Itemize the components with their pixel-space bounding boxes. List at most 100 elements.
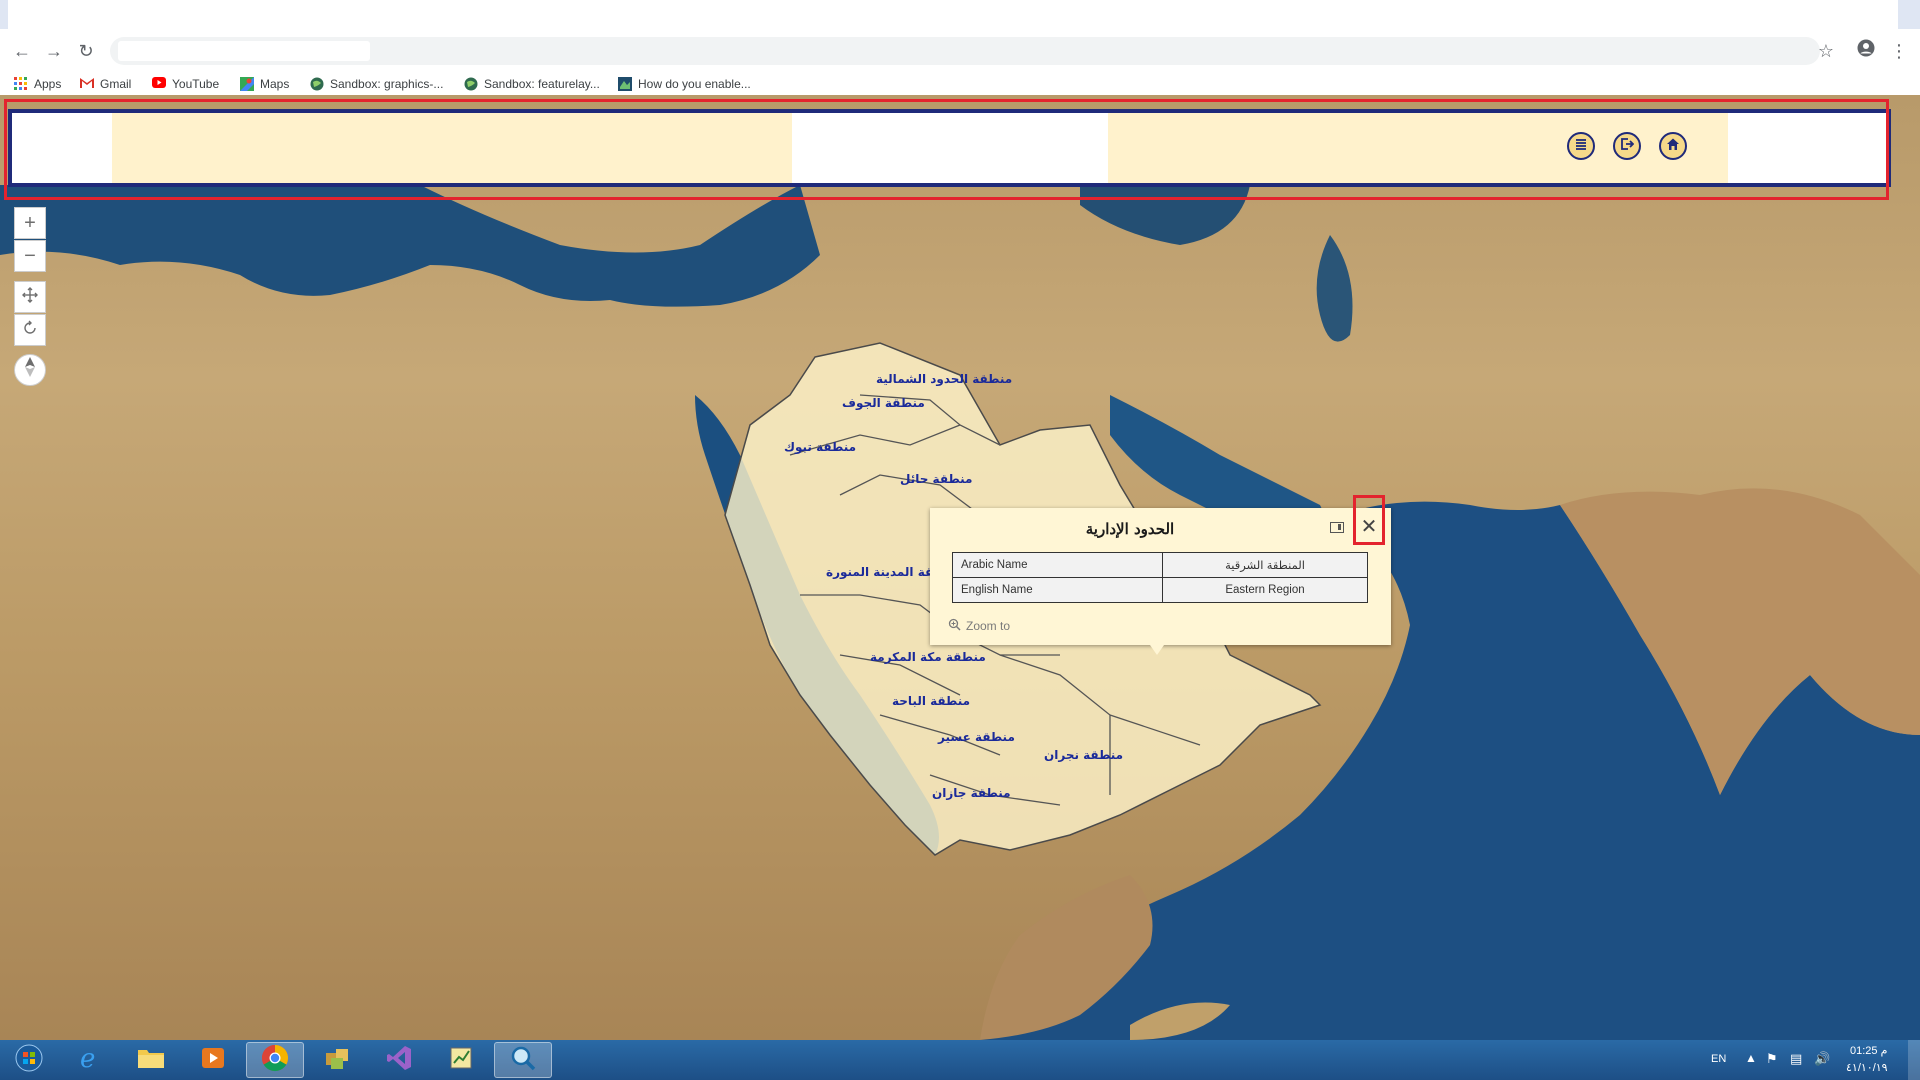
bookmark-apps[interactable]: Apps: [14, 76, 61, 92]
dock-icon[interactable]: [1330, 522, 1344, 533]
browser-tab-strip: [0, 0, 1920, 29]
bookmark-youtube[interactable]: YouTube: [152, 76, 219, 92]
apps-grid-icon: [14, 77, 28, 91]
home-icon: [1666, 137, 1680, 156]
field-value: Eastern Region: [1162, 577, 1368, 603]
pan-mode-button[interactable]: [14, 281, 46, 313]
rotate-mode-button[interactable]: [14, 314, 46, 346]
bookmark-label: Sandbox: graphics-...: [330, 77, 444, 91]
language-indicator[interactable]: EN: [1711, 1053, 1726, 1065]
region-label-al-baha: منطقة الباحة: [892, 694, 971, 708]
windows-taskbar: e EN ▲ ⚑ ▤ 🔊 01:25 م ٤١/١٠/١٩: [0, 1040, 1920, 1080]
field-name: Arabic Name: [952, 552, 1163, 578]
rotate-icon: [22, 319, 38, 342]
taskbar-media-player[interactable]: [184, 1042, 242, 1078]
svg-text:e: e: [80, 1044, 95, 1072]
bookmark-label: YouTube: [172, 77, 220, 91]
tab-strip-edge-right: [1898, 0, 1920, 29]
forward-icon[interactable]: →: [40, 37, 68, 65]
network-icon[interactable]: ▤: [1790, 1051, 1802, 1067]
package-icon: [323, 1045, 351, 1076]
show-hidden-icons-icon[interactable]: ▲: [1745, 1051, 1757, 1065]
bookmark-label: Sandbox: featurelay...: [484, 77, 600, 91]
windows-start-icon: [15, 1044, 43, 1077]
taskbar-visual-studio[interactable]: [370, 1042, 428, 1078]
chrome-icon: [261, 1044, 289, 1077]
profile-avatar-icon[interactable]: [1852, 37, 1880, 65]
bookmark-maps[interactable]: Maps: [240, 76, 289, 92]
sandbox-globe-icon: [464, 77, 478, 91]
app-header: [0, 95, 1920, 205]
sandbox-globe-icon: [310, 77, 324, 91]
region-label-jazan: منطقة جازان: [932, 786, 1011, 800]
magnifier-app-icon: [509, 1044, 537, 1077]
region-label-tabuk: منطقة تبوك: [784, 440, 857, 454]
bookmarks-bar: Apps Gmail YouTube Maps Sandbox: graphic…: [0, 73, 1920, 95]
show-desktop-button[interactable]: [1908, 1040, 1920, 1080]
table-row: English Name Eastern Region: [952, 577, 1368, 603]
bookmark-label: Apps: [34, 77, 62, 91]
zoom-out-button[interactable]: −: [14, 240, 46, 272]
popup-title: الحدود الإدارية: [1085, 520, 1175, 538]
field-name: English Name: [952, 577, 1163, 603]
table-row: Arabic Name المنطقة الشرقية: [952, 552, 1368, 578]
region-label-makkah: منطقة مكة المكرمة: [870, 650, 986, 664]
clock-date[interactable]: ٤١/١٠/١٩: [1846, 1061, 1888, 1074]
taskbar-chart-app[interactable]: [432, 1042, 490, 1078]
compass-icon: [25, 357, 35, 383]
zoom-magnifier-icon: [948, 618, 961, 634]
bookmark-sandbox-featurelayer[interactable]: Sandbox: featurelay...: [464, 76, 600, 92]
logout-icon: [1620, 137, 1635, 156]
region-label-al-jawf: منطقة الجوف: [842, 396, 925, 410]
browser-toolbar: ← → ↻ ☆ ⋮: [0, 29, 1920, 73]
bookmark-sandbox-graphics[interactable]: Sandbox: graphics-...: [310, 76, 443, 92]
bookmark-label: Gmail: [100, 77, 132, 91]
pan-icon: [22, 286, 38, 309]
back-icon[interactable]: ←: [8, 37, 36, 65]
region-label-hail: منطقة حائل: [900, 472, 973, 486]
popup-pointer: [1150, 645, 1164, 655]
zoom-to-action[interactable]: Zoom to: [948, 618, 1010, 634]
close-icon[interactable]: ✕: [1360, 517, 1378, 537]
internet-explorer-icon: e: [75, 1044, 103, 1077]
bookmark-label: How do you enable...: [638, 77, 751, 91]
address-url-masked: [118, 41, 370, 61]
bookmark-gmail[interactable]: Gmail: [80, 76, 131, 92]
feature-popup: الحدود الإدارية ✕ Arabic Name المنطقة ال…: [930, 495, 1391, 655]
media-player-icon: [200, 1045, 226, 1076]
gmail-icon: [80, 77, 94, 91]
address-bar[interactable]: [110, 37, 1820, 65]
region-label-asir: منطقة عسير: [938, 730, 1015, 744]
clock-time[interactable]: 01:25 م: [1850, 1044, 1887, 1057]
zoom-in-button[interactable]: +: [14, 207, 46, 239]
region-label-northern-borders: منطقة الحدود الشمالية: [876, 372, 1013, 386]
bookmark-label: Maps: [260, 77, 290, 91]
bookmark-star-icon[interactable]: ☆: [1812, 37, 1840, 65]
taskbar-app-boxes[interactable]: [308, 1042, 366, 1078]
bookmark-how-do-you-enable[interactable]: How do you enable...: [618, 76, 751, 92]
chart-app-icon: [448, 1045, 474, 1076]
taskbar-file-explorer[interactable]: [122, 1042, 180, 1078]
action-center-flag-icon[interactable]: ⚑: [1766, 1051, 1778, 1067]
compass-button[interactable]: [14, 354, 46, 386]
start-button[interactable]: [0, 1042, 58, 1078]
volume-icon[interactable]: 🔊: [1814, 1051, 1830, 1067]
region-label-najran: منطقة نجران: [1044, 748, 1124, 762]
map-thumb-icon: [618, 77, 632, 91]
taskbar-internet-explorer[interactable]: e: [60, 1042, 118, 1078]
logout-button[interactable]: [1613, 132, 1641, 160]
list-icon: [1574, 137, 1588, 156]
tab-strip-edge-left: [0, 0, 8, 29]
reload-icon[interactable]: ↻: [72, 37, 100, 65]
field-value: المنطقة الشرقية: [1162, 552, 1368, 578]
browser-menu-icon[interactable]: ⋮: [1885, 37, 1913, 65]
taskbar-chrome[interactable]: [246, 1042, 304, 1078]
zoom-to-label: Zoom to: [966, 619, 1011, 633]
maps-icon: [240, 77, 254, 91]
home-button[interactable]: [1659, 132, 1687, 160]
popup-attribute-table: Arabic Name المنطقة الشرقية English Name…: [952, 552, 1368, 603]
youtube-icon: [152, 77, 166, 91]
header-highlight-box: [4, 99, 1889, 200]
layer-list-button[interactable]: [1567, 132, 1595, 160]
taskbar-search-app[interactable]: [494, 1042, 552, 1078]
